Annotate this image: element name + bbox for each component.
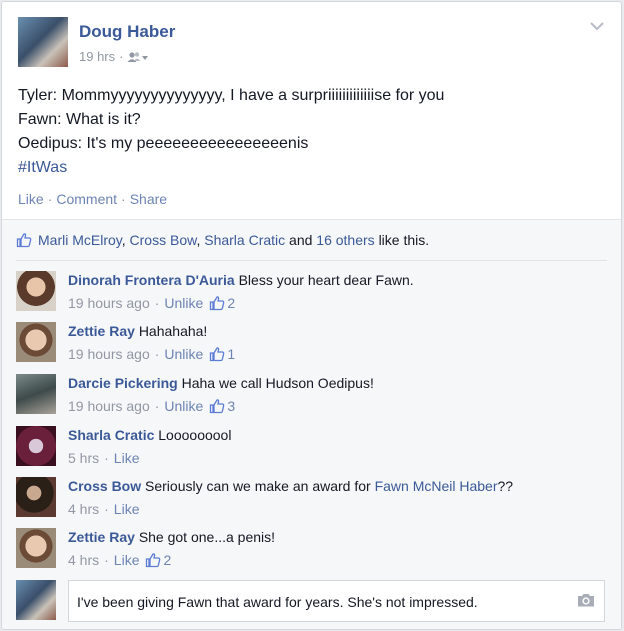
- commenter-name[interactable]: Zettie Ray: [68, 529, 135, 545]
- author-avatar[interactable]: [18, 17, 68, 67]
- post-body: Tyler: Mommyyyyyyyyyyyyyy, I have a surp…: [18, 84, 444, 180]
- camera-icon[interactable]: [576, 592, 596, 608]
- current-user-avatar: [16, 580, 56, 620]
- commenter-name[interactable]: Zettie Ray: [68, 323, 135, 339]
- commenter-avatar[interactable]: [16, 374, 56, 414]
- post-card: Doug Haber 19 hrs · Tyler: Mommyyyyyyyyy…: [1, 1, 622, 630]
- comment-text: She got one...a penis!: [138, 529, 276, 545]
- unlike-button[interactable]: Unlike: [164, 295, 203, 311]
- comment-text: Seriously can we make an award for: [145, 478, 371, 494]
- comment-text: Bless your heart dear Fawn.: [238, 272, 414, 288]
- unlike-button[interactable]: Unlike: [164, 398, 203, 414]
- friends-privacy-icon[interactable]: [127, 51, 149, 63]
- comment-item: Zettie Ray She got one...a penis! 4 hrs …: [16, 528, 606, 572]
- comment-input[interactable]: I've been giving Fawn that award for yea…: [68, 580, 605, 622]
- comment-item: Dinorah Frontera D'Auria Bless your hear…: [16, 271, 606, 315]
- thumbs-up-icon: [16, 233, 32, 248]
- share-button[interactable]: Share: [130, 191, 167, 207]
- liker-link[interactable]: Marli McElroy: [38, 232, 122, 248]
- comment-item: Sharla Cratic Looooooool 5 hrs · Like: [16, 426, 606, 470]
- thumbs-up-icon: [210, 399, 225, 414]
- commenter-avatar[interactable]: [16, 271, 56, 311]
- comment-text: Haha we call Hudson Oedipus!: [181, 375, 374, 391]
- author-name[interactable]: Doug Haber: [79, 22, 175, 42]
- comment-time[interactable]: 19 hours ago: [68, 295, 150, 311]
- comment-time[interactable]: 4 hrs: [68, 552, 99, 568]
- comment-time[interactable]: 5 hrs: [68, 450, 99, 466]
- comment-time[interactable]: 19 hours ago: [68, 398, 150, 414]
- commenter-avatar[interactable]: [16, 426, 56, 466]
- likes-summary: Marli McElroy, Cross Bow, Sharla Cratic …: [16, 232, 429, 248]
- post-meta: 19 hrs ·: [79, 49, 149, 64]
- post-header: Doug Haber 19 hrs ·: [18, 17, 578, 69]
- post-line: Oedipus: It's my peeeeeeeeeeeeeeeenis: [18, 135, 309, 152]
- thumbs-up-icon: [210, 296, 225, 311]
- comment-item: Zettie Ray Hahahaha! 19 hours ago · Unli…: [16, 322, 606, 366]
- comment-likes[interactable]: 2: [145, 552, 171, 568]
- comment-likes[interactable]: 1: [209, 346, 235, 362]
- like-comment-button[interactable]: Like: [114, 552, 140, 568]
- comment-text: Hahahaha!: [138, 323, 208, 339]
- commenter-avatar[interactable]: [16, 477, 56, 517]
- liker-link[interactable]: Cross Bow: [130, 232, 197, 248]
- comment-item: Darcie Pickering Haha we call Hudson Oed…: [16, 374, 606, 418]
- comment-time[interactable]: 19 hours ago: [68, 346, 150, 362]
- reply-box: I've been giving Fawn that award for yea…: [16, 580, 606, 624]
- comment-text: Looooooool: [158, 427, 232, 443]
- thumbs-up-icon: [210, 347, 225, 362]
- commenter-avatar[interactable]: [16, 322, 56, 362]
- chevron-down-icon[interactable]: [589, 20, 605, 32]
- comments-section: Marli McElroy, Cross Bow, Sharla Cratic …: [2, 219, 621, 629]
- comment-likes[interactable]: 3: [209, 398, 235, 414]
- thumbs-up-icon: [146, 553, 161, 568]
- commenter-name[interactable]: Darcie Pickering: [68, 375, 178, 391]
- comment-item: Cross Bow Seriously can we make an award…: [16, 477, 606, 521]
- like-button[interactable]: Like: [18, 191, 44, 207]
- others-link[interactable]: 16 others: [316, 232, 374, 248]
- commenter-name[interactable]: Dinorah Frontera D'Auria: [68, 272, 235, 288]
- post-actions: Like · Comment · Share: [18, 191, 168, 207]
- mention-link[interactable]: Fawn McNeil Haber: [375, 478, 498, 494]
- like-comment-button[interactable]: Like: [114, 501, 140, 517]
- post-line: Tyler: Mommyyyyyyyyyyyyyy, I have a surp…: [18, 87, 445, 104]
- commenter-avatar[interactable]: [16, 528, 56, 568]
- post-line: Fawn: What is it?: [18, 111, 141, 128]
- unlike-button[interactable]: Unlike: [164, 346, 203, 362]
- divider: [16, 260, 607, 261]
- hashtag-link[interactable]: #ItWas: [18, 156, 444, 180]
- like-comment-button[interactable]: Like: [114, 450, 140, 466]
- commenter-name[interactable]: Sharla Cratic: [68, 427, 154, 443]
- post-time[interactable]: 19 hrs: [79, 49, 115, 64]
- comment-button[interactable]: Comment: [56, 191, 117, 207]
- commenter-name[interactable]: Cross Bow: [68, 478, 141, 494]
- comment-likes[interactable]: 2: [209, 295, 235, 311]
- comment-time[interactable]: 4 hrs: [68, 501, 99, 517]
- liker-link[interactable]: Sharla Cratic: [204, 232, 285, 248]
